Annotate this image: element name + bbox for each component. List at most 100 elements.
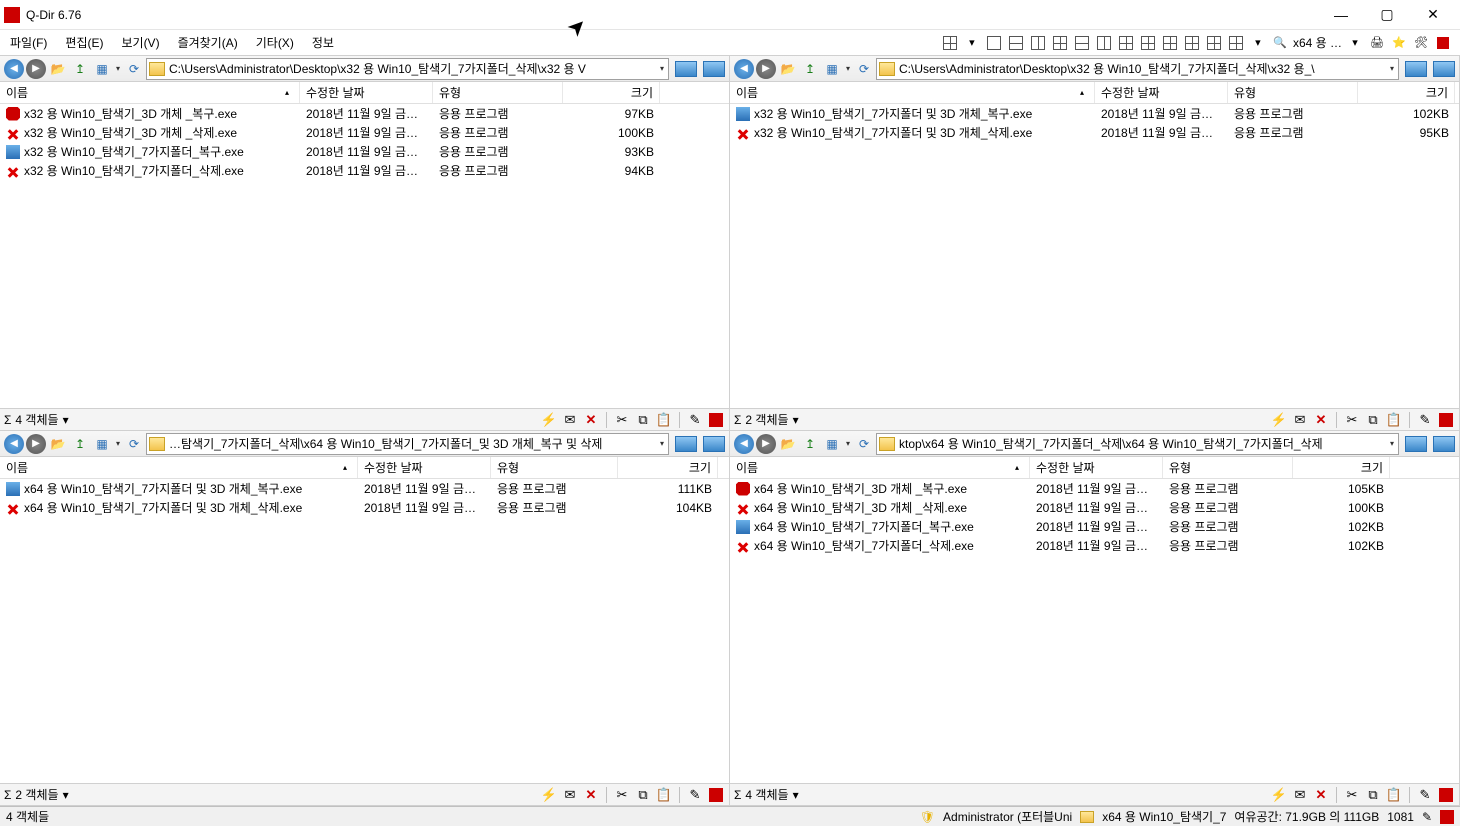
refresh-icon[interactable]: ⟳ <box>854 59 874 79</box>
file-list[interactable]: x64 용 Win10_탐색기_3D 개체 _복구.exe 2018년 11월 … <box>730 479 1459 783</box>
menu-view[interactable]: 보기(V) <box>119 32 161 53</box>
status-count-dropdown[interactable]: ▾ <box>63 788 69 802</box>
copy-icon[interactable]: ⧉ <box>1364 786 1382 804</box>
up-arrow-icon[interactable]: ↥ <box>70 434 90 454</box>
tools-icon[interactable]: 🛠 <box>1412 34 1430 52</box>
col-header-type[interactable]: 유형 <box>491 457 618 478</box>
col-header-type[interactable]: 유형 <box>1228 82 1358 103</box>
monitor-icon-1[interactable] <box>675 61 697 77</box>
cut-icon[interactable]: ✂ <box>613 411 631 429</box>
power-icon[interactable]: ⚡ <box>1270 786 1288 804</box>
mail-icon[interactable]: ✉ <box>1291 411 1309 429</box>
copy-icon[interactable]: ⧉ <box>634 411 652 429</box>
up-folder-icon[interactable]: 📂 <box>48 434 68 454</box>
forward-button[interactable]: ▶ <box>756 59 776 79</box>
copy-icon[interactable]: ⧉ <box>1364 411 1382 429</box>
favorite-star-icon[interactable]: ⭐ <box>1390 34 1408 52</box>
address-input[interactable] <box>169 437 658 451</box>
paste-icon[interactable]: 📋 <box>1385 411 1403 429</box>
paste-icon[interactable]: 📋 <box>1385 786 1403 804</box>
monitor-icon-1[interactable] <box>1405 61 1427 77</box>
refresh-icon[interactable]: ⟳ <box>124 434 144 454</box>
up-arrow-icon[interactable]: ↥ <box>800 434 820 454</box>
address-input[interactable] <box>169 62 658 76</box>
menu-file[interactable]: 파일(F) <box>8 32 49 53</box>
col-header-size[interactable]: 크기 <box>1358 82 1455 103</box>
col-header-type[interactable]: 유형 <box>433 82 563 103</box>
layout-4c-button[interactable] <box>1161 34 1179 52</box>
cut-icon[interactable]: ✂ <box>613 786 631 804</box>
refresh-icon[interactable]: ⟳ <box>124 59 144 79</box>
menu-info[interactable]: 정보 <box>310 32 336 53</box>
monitor-icon-2[interactable] <box>1433 61 1455 77</box>
copy-icon[interactable]: ⧉ <box>634 786 652 804</box>
back-button[interactable]: ◀ <box>4 59 24 79</box>
file-list[interactable]: x32 용 Win10_탐색기_7가지폴더 및 3D 개체_복구.exe 201… <box>730 104 1459 408</box>
address-bar[interactable]: ▾ <box>146 433 669 455</box>
refresh-icon[interactable]: ⟳ <box>854 434 874 454</box>
delete-icon[interactable]: ✕ <box>582 411 600 429</box>
delete-icon[interactable]: ✕ <box>1312 786 1330 804</box>
table-row[interactable]: x64 용 Win10_탐색기_7가지폴더 및 3D 개체_복구.exe 201… <box>0 479 729 498</box>
status-count-dropdown[interactable]: ▾ <box>793 413 799 427</box>
layout-2v-button[interactable] <box>1029 34 1047 52</box>
layout-2h-button[interactable] <box>1007 34 1025 52</box>
paste-icon[interactable]: 📋 <box>655 411 673 429</box>
close-button[interactable]: ✕ <box>1410 0 1456 30</box>
table-row[interactable]: x32 용 Win10_탐색기_3D 개체 _삭제.exe 2018년 11월 … <box>0 123 729 142</box>
col-header-name[interactable]: 이름▴ <box>0 82 300 103</box>
table-row[interactable]: x32 용 Win10_탐색기_3D 개체 _복구.exe 2018년 11월 … <box>0 104 729 123</box>
col-header-size[interactable]: 크기 <box>563 82 660 103</box>
col-header-size[interactable]: 크기 <box>618 457 718 478</box>
up-arrow-icon[interactable]: ↥ <box>800 59 820 79</box>
layout-4d-button[interactable] <box>1183 34 1201 52</box>
red-square-icon[interactable] <box>707 786 725 804</box>
layout-grid-button[interactable] <box>941 34 959 52</box>
col-header-name[interactable]: 이름▴ <box>730 457 1030 478</box>
col-header-name[interactable]: 이름▴ <box>0 457 358 478</box>
monitor-icon-2[interactable] <box>703 436 725 452</box>
col-header-size[interactable]: 크기 <box>1293 457 1390 478</box>
address-bar[interactable]: ▾ <box>876 58 1399 80</box>
power-icon[interactable]: ⚡ <box>540 411 558 429</box>
file-list[interactable]: x32 용 Win10_탐색기_3D 개체 _복구.exe 2018년 11월 … <box>0 104 729 408</box>
address-dropdown[interactable]: ▾ <box>1388 439 1396 448</box>
layout-grid-dropdown[interactable]: ▾ <box>963 34 981 52</box>
col-header-modified[interactable]: 수정한 날짜 <box>358 457 491 478</box>
search-icon[interactable]: 🔍 <box>1271 34 1289 52</box>
monitor-icon-1[interactable] <box>675 436 697 452</box>
forward-button[interactable]: ▶ <box>756 434 776 454</box>
address-input[interactable] <box>899 62 1388 76</box>
red-square-icon[interactable] <box>707 411 725 429</box>
file-list[interactable]: x64 용 Win10_탐색기_7가지폴더 및 3D 개체_복구.exe 201… <box>0 479 729 783</box>
monitor-icon-2[interactable] <box>1433 436 1455 452</box>
col-header-modified[interactable]: 수정한 날짜 <box>1095 82 1228 103</box>
mini-icon[interactable] <box>1434 34 1452 52</box>
paste-icon[interactable]: 📋 <box>655 786 673 804</box>
layout-3b-button[interactable] <box>1073 34 1091 52</box>
forward-button[interactable]: ▶ <box>26 434 46 454</box>
menu-edit[interactable]: 편집(E) <box>63 32 105 53</box>
menu-favorites[interactable]: 즐겨찾기(A) <box>176 32 240 53</box>
table-row[interactable]: x64 용 Win10_탐색기_7가지폴더_복구.exe 2018년 11월 9… <box>730 517 1459 536</box>
status-count-dropdown[interactable]: ▾ <box>63 413 69 427</box>
menu-etc[interactable]: 기타(X) <box>254 32 296 53</box>
view-mode-icon[interactable]: ▦ <box>92 434 112 454</box>
col-header-name[interactable]: 이름▴ <box>730 82 1095 103</box>
layout-4f-button[interactable] <box>1227 34 1245 52</box>
edit-icon[interactable]: ✎ <box>1422 810 1432 824</box>
table-row[interactable]: x32 용 Win10_탐색기_7가지폴더_복구.exe 2018년 11월 9… <box>0 142 729 161</box>
view-mode-icon[interactable]: ▦ <box>822 434 842 454</box>
power-icon[interactable]: ⚡ <box>1270 411 1288 429</box>
layout-more-dropdown[interactable]: ▾ <box>1249 34 1267 52</box>
back-button[interactable]: ◀ <box>4 434 24 454</box>
power-icon[interactable]: ⚡ <box>540 786 558 804</box>
cut-icon[interactable]: ✂ <box>1343 411 1361 429</box>
view-mode-dropdown[interactable]: ▾ <box>844 64 852 73</box>
table-row[interactable]: x64 용 Win10_탐색기_3D 개체 _삭제.exe 2018년 11월 … <box>730 498 1459 517</box>
layout-3c-button[interactable] <box>1095 34 1113 52</box>
table-row[interactable]: x32 용 Win10_탐색기_7가지폴더 및 3D 개체_복구.exe 201… <box>730 104 1459 123</box>
up-folder-icon[interactable]: 📂 <box>778 434 798 454</box>
address-bar[interactable]: ▾ <box>876 433 1399 455</box>
address-dropdown[interactable]: ▾ <box>658 64 666 73</box>
